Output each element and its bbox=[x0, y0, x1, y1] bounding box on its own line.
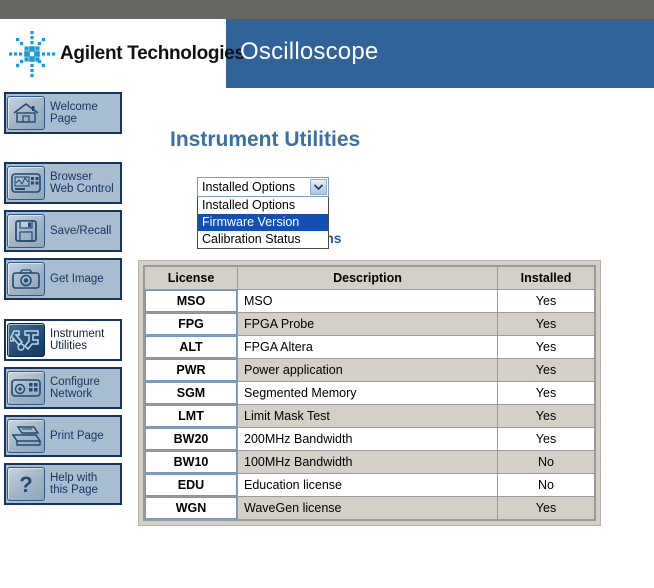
license-installed: Yes bbox=[498, 382, 594, 404]
license-installed: Yes bbox=[498, 359, 594, 381]
license-installed: Yes bbox=[498, 405, 594, 427]
sidebar-item-configure-network[interactable]: Configure Network bbox=[4, 367, 122, 409]
chevron-down-icon[interactable] bbox=[310, 179, 327, 195]
license-badge: WGN bbox=[145, 497, 237, 519]
license-description: FPGA Probe bbox=[238, 313, 497, 335]
license-badge: ALT bbox=[145, 336, 237, 358]
table-row: EDU Education license No bbox=[145, 474, 594, 496]
sidebar-item-help-with-this-page[interactable]: ? Help with this Page bbox=[4, 463, 122, 505]
monitor-icon bbox=[7, 166, 45, 200]
license-badge: MSO bbox=[145, 290, 237, 312]
license-installed: No bbox=[498, 474, 594, 496]
table-row: BW10 100MHz Bandwidth No bbox=[145, 451, 594, 473]
dropdown-option-calibration-status[interactable]: Calibration Status bbox=[198, 231, 328, 248]
column-header-description: Description bbox=[238, 267, 497, 289]
installed-options-table-inner: License Description Installed MSO MSO Ye… bbox=[143, 265, 596, 521]
utility-selector-value: Installed Options bbox=[202, 180, 296, 194]
sidebar-item-save-recall[interactable]: Save/Recall bbox=[4, 210, 122, 252]
license-badge: EDU bbox=[145, 474, 237, 496]
sidebar-item-label: Instrument Utilities bbox=[50, 327, 105, 353]
utility-selector-dropdown-list[interactable]: Installed Options Firmware Version Calib… bbox=[197, 197, 329, 249]
license-badge: FPG bbox=[145, 313, 237, 335]
utility-selector[interactable]: Installed Options Installed Options Firm… bbox=[197, 177, 329, 249]
dropdown-option-firmware-version[interactable]: Firmware Version bbox=[198, 214, 328, 231]
camera-icon bbox=[7, 262, 45, 296]
license-badge: BW10 bbox=[145, 451, 237, 473]
brand-logo-box: Agilent Technologies bbox=[0, 19, 245, 88]
license-description: 100MHz Bandwidth bbox=[238, 451, 497, 473]
license-installed: Yes bbox=[498, 290, 594, 312]
license-badge: SGM bbox=[145, 382, 237, 404]
dropdown-option-installed-options[interactable]: Installed Options bbox=[198, 197, 328, 214]
wrench-tools-icon bbox=[7, 323, 45, 357]
sidebar-item-label: Print Page bbox=[50, 429, 104, 442]
network-icon bbox=[7, 371, 45, 405]
printer-icon bbox=[7, 419, 45, 453]
floppy-disk-icon bbox=[7, 214, 45, 248]
table-row: MSO MSO Yes bbox=[145, 290, 594, 312]
sidebar-item-label: Welcome Page bbox=[50, 100, 98, 126]
column-header-installed: Installed bbox=[498, 267, 594, 289]
license-description: MSO bbox=[238, 290, 497, 312]
license-description: Segmented Memory bbox=[238, 382, 497, 404]
table-row: LMT Limit Mask Test Yes bbox=[145, 405, 594, 427]
svg-text:?: ? bbox=[19, 472, 32, 497]
sidebar-item-instrument-utilities[interactable]: Instrument Utilities bbox=[4, 319, 122, 361]
sidebar-item-label: Help with this Page bbox=[50, 471, 98, 497]
sidebar-item-label: Browser Web Control bbox=[50, 170, 114, 196]
license-badge: BW20 bbox=[145, 428, 237, 450]
table-row: ALT FPGA Altera Yes bbox=[145, 336, 594, 358]
license-description: Education license bbox=[238, 474, 497, 496]
table-row: SGM Segmented Memory Yes bbox=[145, 382, 594, 404]
app-title: Oscilloscope bbox=[240, 38, 379, 65]
question-mark-icon: ? bbox=[7, 467, 45, 501]
license-description: Limit Mask Test bbox=[238, 405, 497, 427]
app-window: Agilent Technologies Oscilloscope Welcom… bbox=[0, 0, 654, 588]
sidebar-item-label: Configure Network bbox=[50, 375, 100, 401]
sidebar-item-label: Save/Recall bbox=[50, 224, 112, 237]
page-title: Instrument Utilities bbox=[170, 128, 361, 151]
license-badge: LMT bbox=[145, 405, 237, 427]
license-installed: Yes bbox=[498, 428, 594, 450]
sidebar-item-print-page[interactable]: Print Page bbox=[4, 415, 122, 457]
sidebar-item-browser-web-control[interactable]: Browser Web Control bbox=[4, 162, 122, 204]
license-description: 200MHz Bandwidth bbox=[238, 428, 497, 450]
license-installed: Yes bbox=[498, 313, 594, 335]
sidebar-item-welcome-page[interactable]: Welcome Page bbox=[4, 92, 122, 134]
license-description: FPGA Altera bbox=[238, 336, 497, 358]
window-top-strip bbox=[0, 0, 654, 19]
utility-selector-value-box[interactable]: Installed Options bbox=[197, 177, 329, 197]
license-description: WaveGen license bbox=[238, 497, 497, 519]
brand-name: Agilent Technologies bbox=[60, 42, 245, 64]
table-header-row: License Description Installed bbox=[145, 267, 594, 289]
license-installed: Yes bbox=[498, 336, 594, 358]
sidebar-nav: Welcome Page Browser Web Control Save/Re… bbox=[0, 88, 124, 528]
table-row: WGN WaveGen license Yes bbox=[145, 497, 594, 519]
sidebar-item-get-image[interactable]: Get Image bbox=[4, 258, 122, 300]
home-icon bbox=[7, 96, 45, 130]
table-row: FPG FPGA Probe Yes bbox=[145, 313, 594, 335]
license-badge: PWR bbox=[145, 359, 237, 381]
license-description: Power application bbox=[238, 359, 497, 381]
license-installed: No bbox=[498, 451, 594, 473]
agilent-starburst-logo-icon bbox=[6, 28, 58, 80]
sidebar-item-label: Get Image bbox=[50, 272, 104, 285]
table-row: BW20 200MHz Bandwidth Yes bbox=[145, 428, 594, 450]
table-row: PWR Power application Yes bbox=[145, 359, 594, 381]
license-installed: Yes bbox=[498, 497, 594, 519]
column-header-license: License bbox=[145, 267, 237, 289]
installed-options-table-frame: License Description Installed MSO MSO Ye… bbox=[138, 260, 601, 526]
installed-options-table: License Description Installed MSO MSO Ye… bbox=[144, 266, 595, 520]
